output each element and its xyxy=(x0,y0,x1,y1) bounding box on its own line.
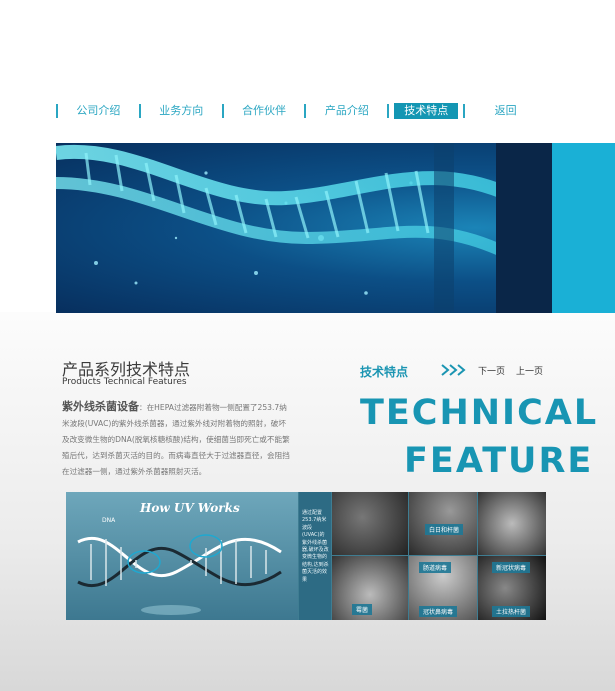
microbe-caption: 新冠状病毒 xyxy=(492,562,531,573)
section-subtitle: Products Technical Features xyxy=(62,377,187,387)
big-title-feature: FEATURE xyxy=(404,441,594,481)
nav-divider xyxy=(387,104,390,118)
image-strip: How UV Works DNA 通过配置253.7纳米波段(UVAC)的紫外线… xyxy=(66,492,546,620)
dna-strand-icon xyxy=(77,534,282,615)
uv-note-text: 通过配置253.7纳米波段(UVAC)的紫外线杀菌器,破坏及改变微生物的结构,达… xyxy=(299,492,331,620)
microbe-image: 肠道病毒 冠状鼻病毒 xyxy=(409,556,477,620)
tech-features-label: 技术特点 xyxy=(360,365,409,379)
microbe-image: 新冠状病毒 土拉热杆菌 xyxy=(478,556,546,620)
microbe-caption: 冠状鼻病毒 xyxy=(419,606,458,617)
description-lead: 紫外线杀菌设备 xyxy=(62,400,139,413)
nav-item-business[interactable]: 业务方向 xyxy=(141,103,222,119)
prev-page-link[interactable]: 上一页 xyxy=(516,364,543,377)
microbe-caption: 霉菌 xyxy=(352,604,373,615)
top-nav: 公司介绍 业务方向 合作伙伴 产品介绍 技术特点 返回 xyxy=(56,100,546,122)
microbe-caption: 肠道病毒 xyxy=(419,562,452,573)
uv-diagram: How UV Works DNA xyxy=(66,492,298,620)
dna-banner xyxy=(56,143,615,313)
microbe-image: 白日和杆菌 xyxy=(409,492,477,555)
microbe-caption: 土拉热杆菌 xyxy=(492,606,531,617)
microbe-image xyxy=(332,492,408,555)
nav-item-products[interactable]: 产品介绍 xyxy=(306,103,387,119)
microbe-image: 霉菌 xyxy=(332,556,408,620)
microbe-image xyxy=(478,492,546,555)
microbe-caption: 白日和杆菌 xyxy=(425,524,464,535)
nav-item-company[interactable]: 公司介绍 xyxy=(58,103,139,119)
section-description: 紫外线杀菌设备：在HEPA过滤器附着物一侧配置了253.7纳米波段(UVAC)的… xyxy=(62,399,292,480)
nav-item-tech-features[interactable]: 技术特点 xyxy=(394,103,459,119)
nav-item-partners[interactable]: 合作伙伴 xyxy=(224,103,305,119)
description-text: ：在HEPA过滤器附着物一侧配置了253.7纳米波段(UVAC)的紫外线杀菌器，… xyxy=(62,403,290,476)
triple-chevron-icon xyxy=(441,364,466,376)
dna-helix-graphic xyxy=(56,143,615,313)
nav-item-back[interactable]: 返回 xyxy=(465,103,546,119)
next-page-link[interactable]: 下一页 xyxy=(478,364,505,377)
big-title-technical: TECHNICAL xyxy=(360,393,599,433)
